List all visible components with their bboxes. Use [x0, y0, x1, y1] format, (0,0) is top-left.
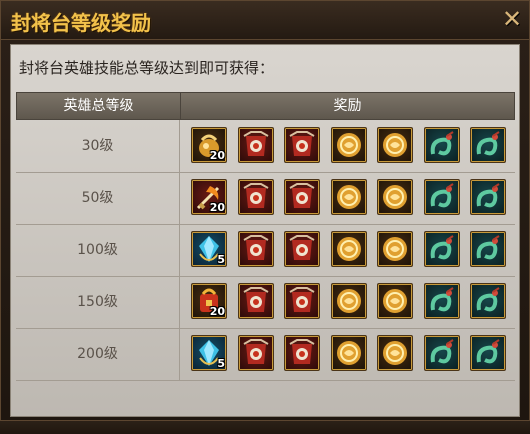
- jade-dragon-icon[interactable]: [470, 335, 506, 371]
- gold-coin-icon[interactable]: [377, 283, 413, 319]
- jade-dragon-icon[interactable]: [423, 335, 460, 371]
- item-count: 5: [217, 253, 225, 266]
- gold-coin-icon[interactable]: [377, 179, 413, 215]
- gold-coin-icon[interactable]: [330, 127, 367, 163]
- table-header: 英雄总等级 奖励: [16, 92, 515, 120]
- jade-dragon-icon[interactable]: [470, 179, 506, 215]
- red-armor-icon[interactable]: [284, 283, 320, 319]
- red-armor-icon[interactable]: [237, 127, 274, 163]
- header-level: 英雄总等级: [17, 93, 181, 119]
- gold-coin-icon[interactable]: [330, 179, 367, 215]
- gold-pouch-icon[interactable]: 20: [191, 127, 227, 163]
- gold-coin-icon[interactable]: [330, 335, 367, 371]
- level-cell: 150级: [16, 276, 180, 328]
- description-text: 封将台英雄技能总等级达到即可获得：: [19, 59, 275, 77]
- red-armor-icon[interactable]: [284, 231, 320, 267]
- gold-coin-icon[interactable]: [377, 335, 413, 371]
- gold-coin-icon[interactable]: [377, 127, 413, 163]
- gold-coin-icon[interactable]: [377, 231, 413, 267]
- header-reward: 奖励: [333, 98, 362, 114]
- reward-table: 英雄总等级 奖励 30级 20 50级 20 100级 5 150级 20 200级 5: [16, 92, 515, 381]
- jade-dragon-icon[interactable]: [423, 283, 460, 319]
- title-bar: 封将台等级奖励 ✕: [1, 1, 529, 40]
- red-armor-icon[interactable]: [284, 179, 320, 215]
- level-cell: 50级: [16, 172, 180, 224]
- item-count: 20: [209, 201, 225, 214]
- table-row: 100级 5: [16, 224, 515, 277]
- gold-coin-icon[interactable]: [330, 231, 367, 267]
- jade-dragon-icon[interactable]: [423, 231, 460, 267]
- table-row: 200级 5: [16, 328, 515, 381]
- jade-dragon-icon[interactable]: [423, 179, 460, 215]
- red-armor-icon[interactable]: [284, 335, 320, 371]
- flaming-sword-icon[interactable]: 20: [191, 179, 227, 215]
- jade-dragon-icon[interactable]: [470, 283, 506, 319]
- red-armor-icon[interactable]: [237, 283, 274, 319]
- item-count: 20: [209, 149, 225, 162]
- jade-dragon-icon[interactable]: [470, 127, 506, 163]
- table-row: 150级 20: [16, 276, 515, 329]
- red-armor-icon[interactable]: [284, 127, 320, 163]
- table-row: 50级 20: [16, 172, 515, 225]
- level-cell: 100级: [16, 224, 180, 276]
- reward-dialog: 封将台等级奖励 ✕ 封将台英雄技能总等级达到即可获得： 英雄总等级 奖励 30级…: [0, 0, 530, 421]
- content-panel: 封将台英雄技能总等级达到即可获得： 英雄总等级 奖励 30级 20 50级 20 100…: [10, 44, 520, 417]
- blue-crystal-icon[interactable]: 5: [191, 231, 227, 267]
- jade-dragon-icon[interactable]: [423, 127, 460, 163]
- red-bag-icon[interactable]: 20: [191, 283, 227, 319]
- red-armor-icon[interactable]: [237, 179, 274, 215]
- item-count: 20: [209, 305, 225, 318]
- blue-crystal-icon[interactable]: 5: [191, 335, 227, 371]
- item-count: 5: [217, 357, 225, 370]
- dialog-title: 封将台等级奖励: [11, 11, 151, 35]
- close-icon[interactable]: ✕: [499, 6, 525, 32]
- gold-coin-icon[interactable]: [330, 283, 367, 319]
- red-armor-icon[interactable]: [237, 335, 274, 371]
- level-cell: 30级: [16, 120, 180, 172]
- table-row: 30级 20: [16, 120, 515, 173]
- level-cell: 200级: [16, 328, 180, 380]
- jade-dragon-icon[interactable]: [470, 231, 506, 267]
- red-armor-icon[interactable]: [237, 231, 274, 267]
